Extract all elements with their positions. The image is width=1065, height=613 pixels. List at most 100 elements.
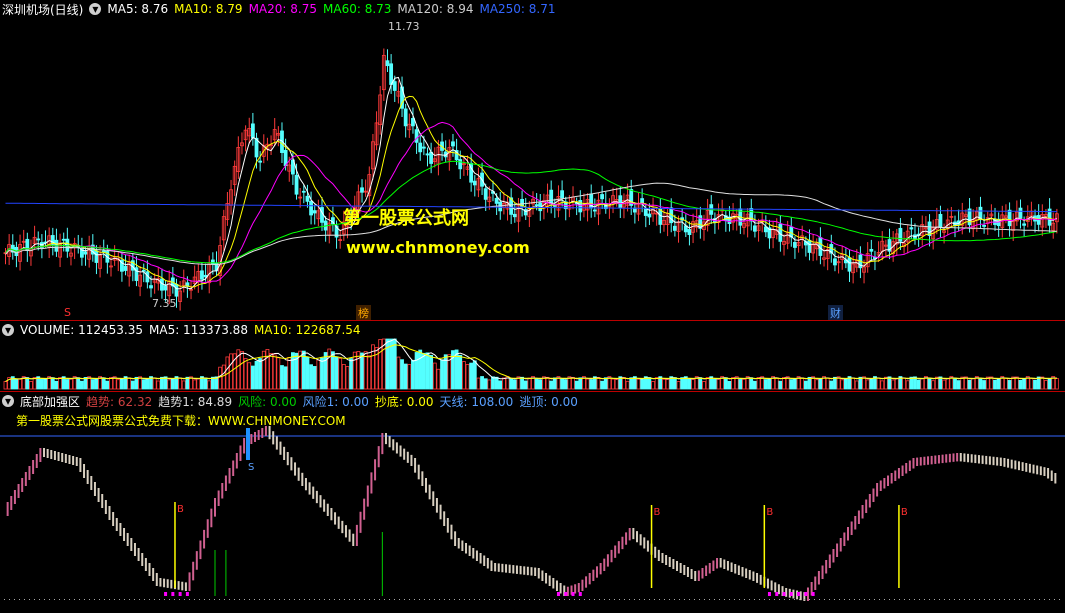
volume-bar [116,379,121,390]
volume-bar [738,379,743,390]
candle-body [643,208,648,216]
baseline-dot [199,599,200,600]
baseline-dot [689,599,690,600]
risk-label: 风险: 0.00 [238,394,297,409]
baseline-dot [354,599,355,600]
baseline-dot [744,599,745,600]
marker-s[interactable]: S [64,306,71,319]
bottom-zone-mark [767,592,771,596]
volume-bar [240,351,244,390]
volume-bar [647,377,652,390]
price-header: 深圳机场(日线) ▾ MA5: 8.76 MA10: 8.79 MA20: 8.… [0,0,556,18]
baseline-dot [529,599,530,600]
volume-bar [491,376,495,390]
baseline-dot [404,599,405,600]
baseline-dot [134,599,135,600]
marker-bang[interactable]: 榜 [356,305,371,321]
price-panel[interactable]: 深圳机场(日线) ▾ MA5: 8.76 MA10: 8.79 MA20: 8.… [0,0,1065,321]
baseline-dot [99,599,100,600]
bottom-zone-mark [811,592,815,596]
volume-bar [392,338,397,390]
baseline-dot [959,599,960,600]
baseline-dot [864,599,865,600]
baseline-dot [194,599,195,600]
marker-cai[interactable]: 财 [828,305,843,321]
candle-body [494,197,499,204]
candle-body [149,285,153,289]
baseline-dot [784,599,785,600]
volume-bar [603,377,608,390]
collapse-icon[interactable]: ▾ [2,324,14,336]
collapse-icon[interactable]: ▾ [2,395,14,407]
volume-bar [145,378,150,390]
baseline-dot [414,599,415,600]
ma10-line [5,95,1057,288]
volume-bar [341,364,346,390]
volume-bar [167,379,172,390]
volume-bar [651,380,655,390]
volume-bar [687,378,692,390]
volume-bar [414,352,419,390]
collapse-icon[interactable]: ▾ [89,3,102,15]
volume-panel[interactable]: ▾ VOLUME: 112453.35 MA5: 113373.88 MA10:… [0,321,1065,391]
baseline-dot [309,599,310,600]
baseline-dot [449,599,450,600]
volume-bar [429,354,434,390]
candlestick-chart[interactable] [0,0,1065,320]
volume-bar [858,376,863,390]
candle-body [687,229,692,235]
volume-bar [152,377,157,390]
baseline-dot [799,599,800,600]
baseline-dot [159,599,160,600]
baseline-dot [779,599,780,600]
baseline-dot [914,599,915,600]
risk1-label: 风险1: 0.00 [302,394,369,409]
baseline-dot [469,599,470,600]
volume-bar [818,378,823,390]
baseline-dot [894,599,895,600]
indicator-panel[interactable]: B B B B S ▾ 底部加强区 趋势: 62.32 趋势1: 84.89 风险: 0… [0,392,1065,613]
candle-body [1018,207,1023,219]
volume-bar [927,377,932,390]
baseline-dot [374,599,375,600]
volume-bar [1018,379,1023,390]
candle-body [869,248,874,252]
volume-bar [953,377,957,390]
candle-body [94,250,99,263]
baseline-dot [679,599,680,600]
buy-signal-label: B [654,507,661,518]
baseline-dot [629,599,630,600]
volume-bar [574,380,579,390]
candle-body [123,265,128,271]
volume-bar [763,379,768,390]
ma20-label: MA20: 8.75 [248,2,317,16]
baseline-dot [19,599,20,600]
baseline-dot [509,599,510,600]
volume-bar [723,377,728,390]
volume-bar [676,381,681,390]
baseline-dot [484,599,485,600]
baseline-dot [464,599,465,600]
bottom-zone-mark [556,592,560,596]
volume-bar [636,378,641,390]
baseline-dot [144,599,145,600]
baseline-dot [29,599,30,600]
volume-bar [891,379,896,390]
baseline-dot [794,599,795,600]
volume-bar [134,376,139,390]
volume-bar [43,378,48,390]
candle-body [141,269,146,272]
bottom-zone-mark [789,592,793,596]
volume-bar [498,380,503,390]
volume-bar [705,377,710,390]
volume-bar [360,352,364,390]
baseline-dot [124,599,125,600]
baseline-dot [384,599,385,600]
baseline-dot [579,599,580,600]
volume-bar [185,376,190,390]
baseline-dot [904,599,905,600]
baseline-dot [434,599,435,600]
baseline-dot [814,599,815,600]
baseline-dot [539,599,540,600]
volume-bar [18,378,22,390]
